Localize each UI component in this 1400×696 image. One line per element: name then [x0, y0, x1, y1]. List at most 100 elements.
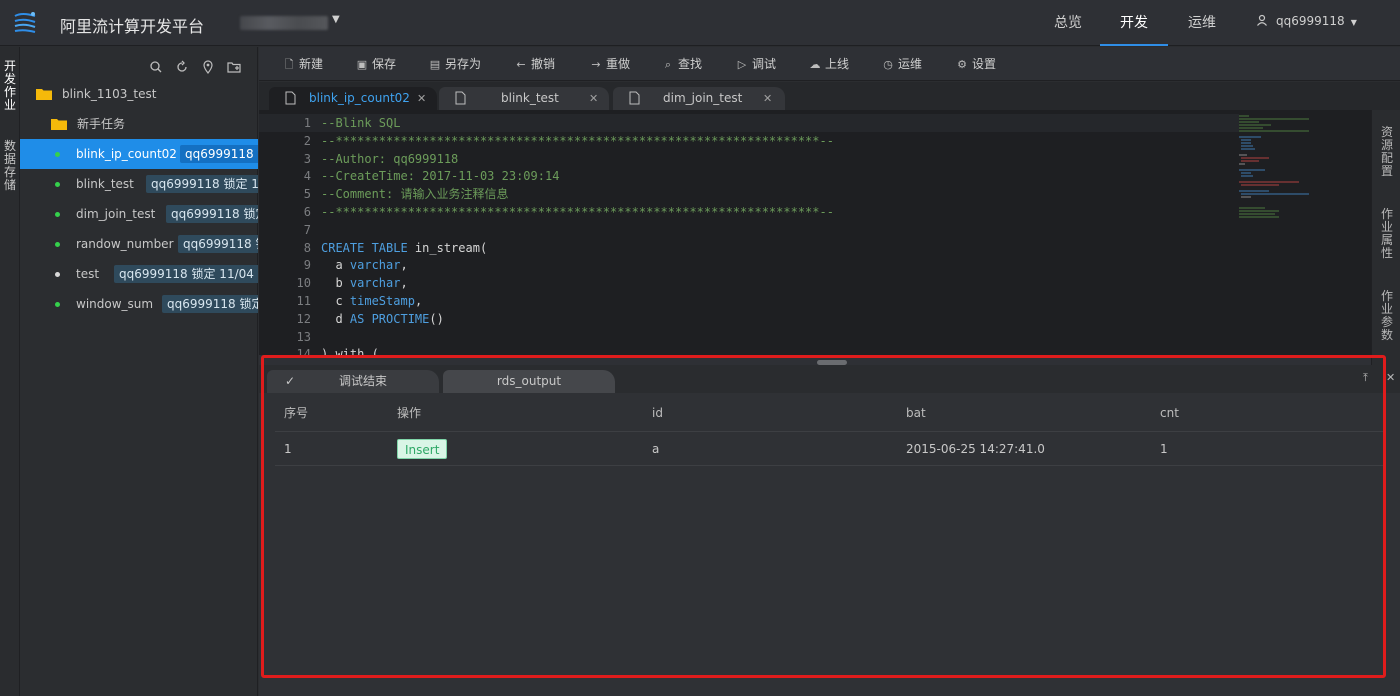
code-line[interactable]: 7 — [259, 221, 1239, 239]
right-rail-item[interactable]: 资源配置 — [1380, 126, 1394, 178]
right-rail-item[interactable]: 作业属性 — [1380, 208, 1394, 260]
toolbar-button-label: 上线 — [825, 57, 850, 71]
code-token: , — [400, 276, 408, 291]
right-rail-item[interactable]: 作业参数 — [1380, 290, 1394, 342]
toolbar-button[interactable]: ▷ 调试 — [736, 56, 776, 72]
sidebar-tools — [148, 59, 242, 75]
toolbar-button[interactable]: → 重做 — [590, 56, 630, 72]
nav-ops[interactable]: 运维 — [1174, 0, 1230, 46]
code-line[interactable]: 12 d AS PROCTIME() — [259, 310, 1239, 328]
code-text: --Blink SQL — [321, 114, 400, 132]
row-index: 1 — [284, 442, 292, 456]
tab-rds-output[interactable]: rds_output — [443, 370, 615, 393]
line-number: 1 — [303, 116, 311, 130]
toolbar-button[interactable]: ◷ 运维 — [882, 56, 922, 72]
file-icon — [285, 91, 296, 105]
tree-root-folder[interactable]: blink_1103_test — [20, 79, 258, 109]
stream-logo-icon[interactable] — [12, 10, 38, 36]
tab-label: blink_ip_count02 — [309, 91, 410, 105]
code-text: ) with ( — [321, 345, 379, 355]
code-line[interactable]: 10 b varchar, — [259, 274, 1239, 292]
code-line[interactable]: 8 CREATE TABLE in_stream( — [259, 239, 1239, 257]
toolbar-button[interactable]: ▣ 保存 — [356, 56, 396, 72]
toolbar-button[interactable]: 🗋 新建 — [283, 56, 323, 72]
code-line[interactable]: 3 --Author: qq6999118 — [259, 150, 1239, 168]
code-line[interactable]: 2 --*************************************… — [259, 132, 1239, 150]
column-header: 操作 — [397, 406, 422, 420]
code-line[interactable]: 14) with ( — [259, 345, 1239, 355]
project-name-redacted — [240, 16, 328, 30]
editor-tabs: blink_ip_count02 ✕ blink_test ✕ dim_join… — [259, 82, 1400, 110]
code-token: --**************************************… — [321, 133, 834, 148]
code-line[interactable]: 11 c timeStamp, — [259, 292, 1239, 310]
editor-toolbar: 🗋 新建 ▣ 保存 ▤ 另存为 ← 撤销 → 重做 ⌕ 查找 ▷ 调试 ☁ 上线 ◷ 运维 ⚙ 设置 — [259, 47, 1400, 81]
check-icon: ✓ — [285, 374, 296, 388]
nav-overview[interactable]: 总览 — [1040, 0, 1096, 46]
rail-dev-jobs[interactable]: 开发作业 — [2, 60, 18, 112]
tab-dim-join-test[interactable]: dim_join_test ✕ — [613, 87, 785, 110]
job-item[interactable]: randow_number qq6999118 锁 — [20, 229, 258, 259]
tab-blink-test[interactable]: blink_test ✕ — [439, 87, 609, 110]
code-line[interactable]: 1 --Blink SQL — [259, 114, 1239, 132]
tab-label: rds_output — [496, 374, 562, 388]
toolbar-button[interactable]: ⌕ 查找 — [662, 56, 702, 72]
code-text: b varchar, — [321, 274, 408, 292]
code-token: , — [414, 294, 423, 308]
job-item[interactable]: test qq6999118 锁定 11/04 15: — [20, 259, 258, 289]
left-rail: 开发作业 数据存储 — [0, 47, 20, 696]
job-item[interactable]: blink_ip_count02qq6999118 锁定 — [20, 139, 258, 169]
close-icon[interactable]: ✕ — [1386, 371, 1395, 384]
code-line[interactable]: 13 — [259, 328, 1239, 346]
line-number: 6 — [303, 205, 311, 219]
tab-debug-finished[interactable]: ✓ 调试结束 — [267, 370, 439, 393]
toolbar-button[interactable]: ☁ 上线 — [809, 56, 850, 72]
code-token: timeStamp — [349, 294, 415, 308]
code-line[interactable]: 4 --CreateTime: 2017-11-03 23:09:14 — [259, 167, 1239, 185]
job-item[interactable]: blink_test qq6999118 锁定 11/0 — [20, 169, 258, 199]
code-line[interactable]: 6 --*************************************… — [259, 203, 1239, 221]
line-number: 7 — [303, 222, 311, 237]
tab-label: 调试结束 — [338, 374, 387, 388]
status-dot — [55, 182, 60, 187]
tab-label: blink_test — [501, 91, 559, 105]
code-text: d AS PROCTIME() — [321, 310, 443, 328]
code-token: --Author: qq6999118 — [321, 151, 459, 166]
line-number: 10 — [296, 276, 311, 291]
nav-develop[interactable]: 开发 — [1100, 0, 1168, 46]
user-menu[interactable]: qq6999118 ▼ — [1256, 14, 1357, 28]
sql-code-editor[interactable]: 1 --Blink SQL 2 --*************************… — [259, 110, 1371, 355]
toolbar-button-label: 重做 — [606, 57, 631, 71]
close-icon[interactable]: ✕ — [417, 87, 426, 110]
line-number: 9 — [303, 258, 311, 273]
project-selector[interactable]: ▼ — [240, 14, 340, 32]
toolbar-button[interactable]: ⚙ 设置 — [956, 56, 996, 72]
status-dot — [55, 242, 60, 247]
tree-subfolder[interactable]: 新手任务 — [20, 109, 258, 139]
job-item[interactable]: window_sum qq6999118 锁定 — [20, 289, 258, 319]
new-folder-icon[interactable] — [226, 59, 242, 75]
table-row[interactable]: 1 Insert a 2015-06-25 14:27:41.0 1 — [275, 432, 1385, 466]
close-icon[interactable]: ✕ — [763, 87, 772, 110]
code-line[interactable]: 9 a varchar, — [259, 256, 1239, 274]
tab-blink-ip-count02[interactable]: blink_ip_count02 ✕ — [269, 87, 437, 110]
toolbar-button[interactable]: ▤ 另存为 — [429, 56, 481, 72]
debug-result-panel: ✓ 调试结束 rds_output ⤒ ✕ 序号 操作 id bat cnt 1… — [259, 365, 1400, 696]
tree-root-label: blink_1103_test — [62, 87, 157, 101]
search-icon[interactable] — [148, 59, 164, 75]
code-text: --**************************************… — [321, 132, 834, 150]
toolbar-button[interactable]: ← 撤销 — [515, 56, 555, 72]
maximize-icon[interactable]: ⤒ — [1363, 371, 1368, 385]
code-text: c timeStamp, — [321, 292, 422, 310]
job-tree-sidebar: blink_1103_test 新手任务 blink_ip_count02 qq6… — [20, 47, 258, 696]
code-token: , — [400, 258, 408, 273]
location-icon[interactable] — [200, 59, 216, 75]
code-line[interactable]: 5 --Comment: 请输入业务注释信息 — [259, 185, 1239, 203]
code-token: varchar — [349, 258, 401, 273]
close-icon[interactable]: ✕ — [589, 87, 598, 110]
code-token: CREATE TABLE — [321, 240, 415, 255]
rail-data-storage[interactable]: 数据存储 — [2, 140, 18, 192]
job-item[interactable]: dim_join_test qq6999118 锁定 — [20, 199, 258, 229]
refresh-icon[interactable] — [174, 59, 190, 75]
code-minimap[interactable] — [1239, 114, 1319, 224]
gear-icon: ⚙ — [957, 58, 967, 71]
